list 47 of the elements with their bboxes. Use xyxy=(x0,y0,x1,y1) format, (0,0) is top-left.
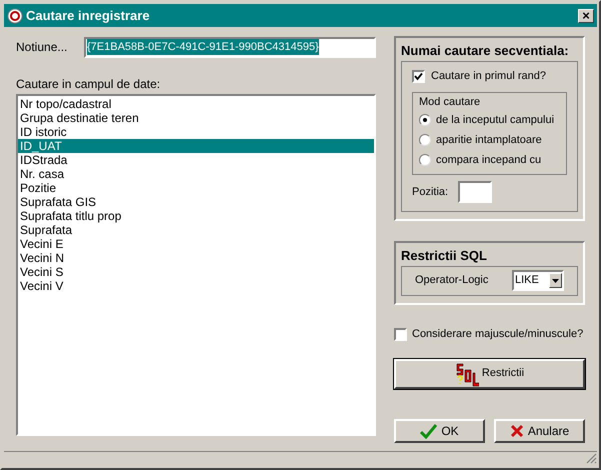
ok-button[interactable]: OK xyxy=(394,419,485,443)
resize-grip-icon[interactable] xyxy=(585,452,597,464)
checkbox-label: Considerare majuscule/minuscule? xyxy=(412,327,584,342)
cancel-button[interactable]: Anulare xyxy=(494,419,585,443)
list-item[interactable]: Grupa destinatie teren xyxy=(18,111,374,125)
list-item[interactable]: ID istoric xyxy=(18,125,374,139)
list-item[interactable]: Pozitie xyxy=(18,181,374,195)
group-title: Restrictii SQL xyxy=(401,247,488,265)
group-title: Numai cautare secventiala: xyxy=(401,42,570,60)
restrictions-button[interactable]: Restrictii xyxy=(394,358,585,388)
radio-label: de la inceputul campului xyxy=(436,112,554,128)
close-button[interactable]: × xyxy=(578,8,594,22)
list-item[interactable]: Suprafata titlu prop xyxy=(18,209,374,223)
checkbox-label: Cautare in primul rand? xyxy=(431,69,546,84)
list-item[interactable]: Suprafata GIS xyxy=(18,195,374,209)
list-item[interactable]: Nr. casa xyxy=(18,167,374,181)
notion-field[interactable]: {7E1BA58B-0E7C-491C-91E1-990BC4314595} xyxy=(84,36,376,58)
field-list[interactable]: Nr topo/cadastral Grupa destinatie teren ID istoric ID_UAT IDStrada Nr. casa Pozitie Suprafata GIS Suprafata titlu prop Suprafata Vecini E Vecini N Vecini S Vecini V xyxy=(16,94,376,436)
operator-label: Operator-Logic xyxy=(415,273,488,288)
checkbox[interactable] xyxy=(394,328,407,341)
radio-label: aparitie intamplatoare xyxy=(436,132,542,148)
list-item[interactable]: Suprafata xyxy=(18,223,374,237)
cross-icon xyxy=(510,424,524,438)
fields-label: Cautare in campul de date: xyxy=(16,76,162,91)
list-item[interactable]: Nr topo/cadastral xyxy=(18,97,374,111)
notion-value: {7E1BA58B-0E7C-491C-91E1-990BC4314595} xyxy=(87,38,319,56)
group-title: Mod cautare xyxy=(419,94,482,110)
sql-icon xyxy=(454,360,479,386)
app-icon xyxy=(7,8,23,24)
list-item[interactable]: Vecini N xyxy=(18,251,374,265)
operator-value: LIKE xyxy=(514,273,540,288)
list-item[interactable]: Vecini V xyxy=(18,279,374,293)
window-title: Cautare inregistrare xyxy=(26,6,151,25)
radio-label: compara incepand cu xyxy=(436,152,542,168)
radio-button[interactable] xyxy=(419,154,431,166)
list-item[interactable]: Vecini S xyxy=(18,265,374,279)
list-item[interactable]: Vecini E xyxy=(18,237,374,251)
position-label: Pozitia: xyxy=(412,184,448,200)
radio-button[interactable] xyxy=(419,134,431,146)
position-field[interactable] xyxy=(458,181,492,203)
radio-button[interactable] xyxy=(419,114,431,126)
checkbox[interactable] xyxy=(412,70,425,83)
notion-label: Notiune... xyxy=(16,39,68,56)
list-item[interactable]: IDStrada xyxy=(18,153,374,167)
list-item[interactable]: ID_UAT xyxy=(18,139,374,153)
operator-dropdown[interactable]: LIKE xyxy=(512,270,564,291)
checkmark-icon xyxy=(420,424,438,438)
